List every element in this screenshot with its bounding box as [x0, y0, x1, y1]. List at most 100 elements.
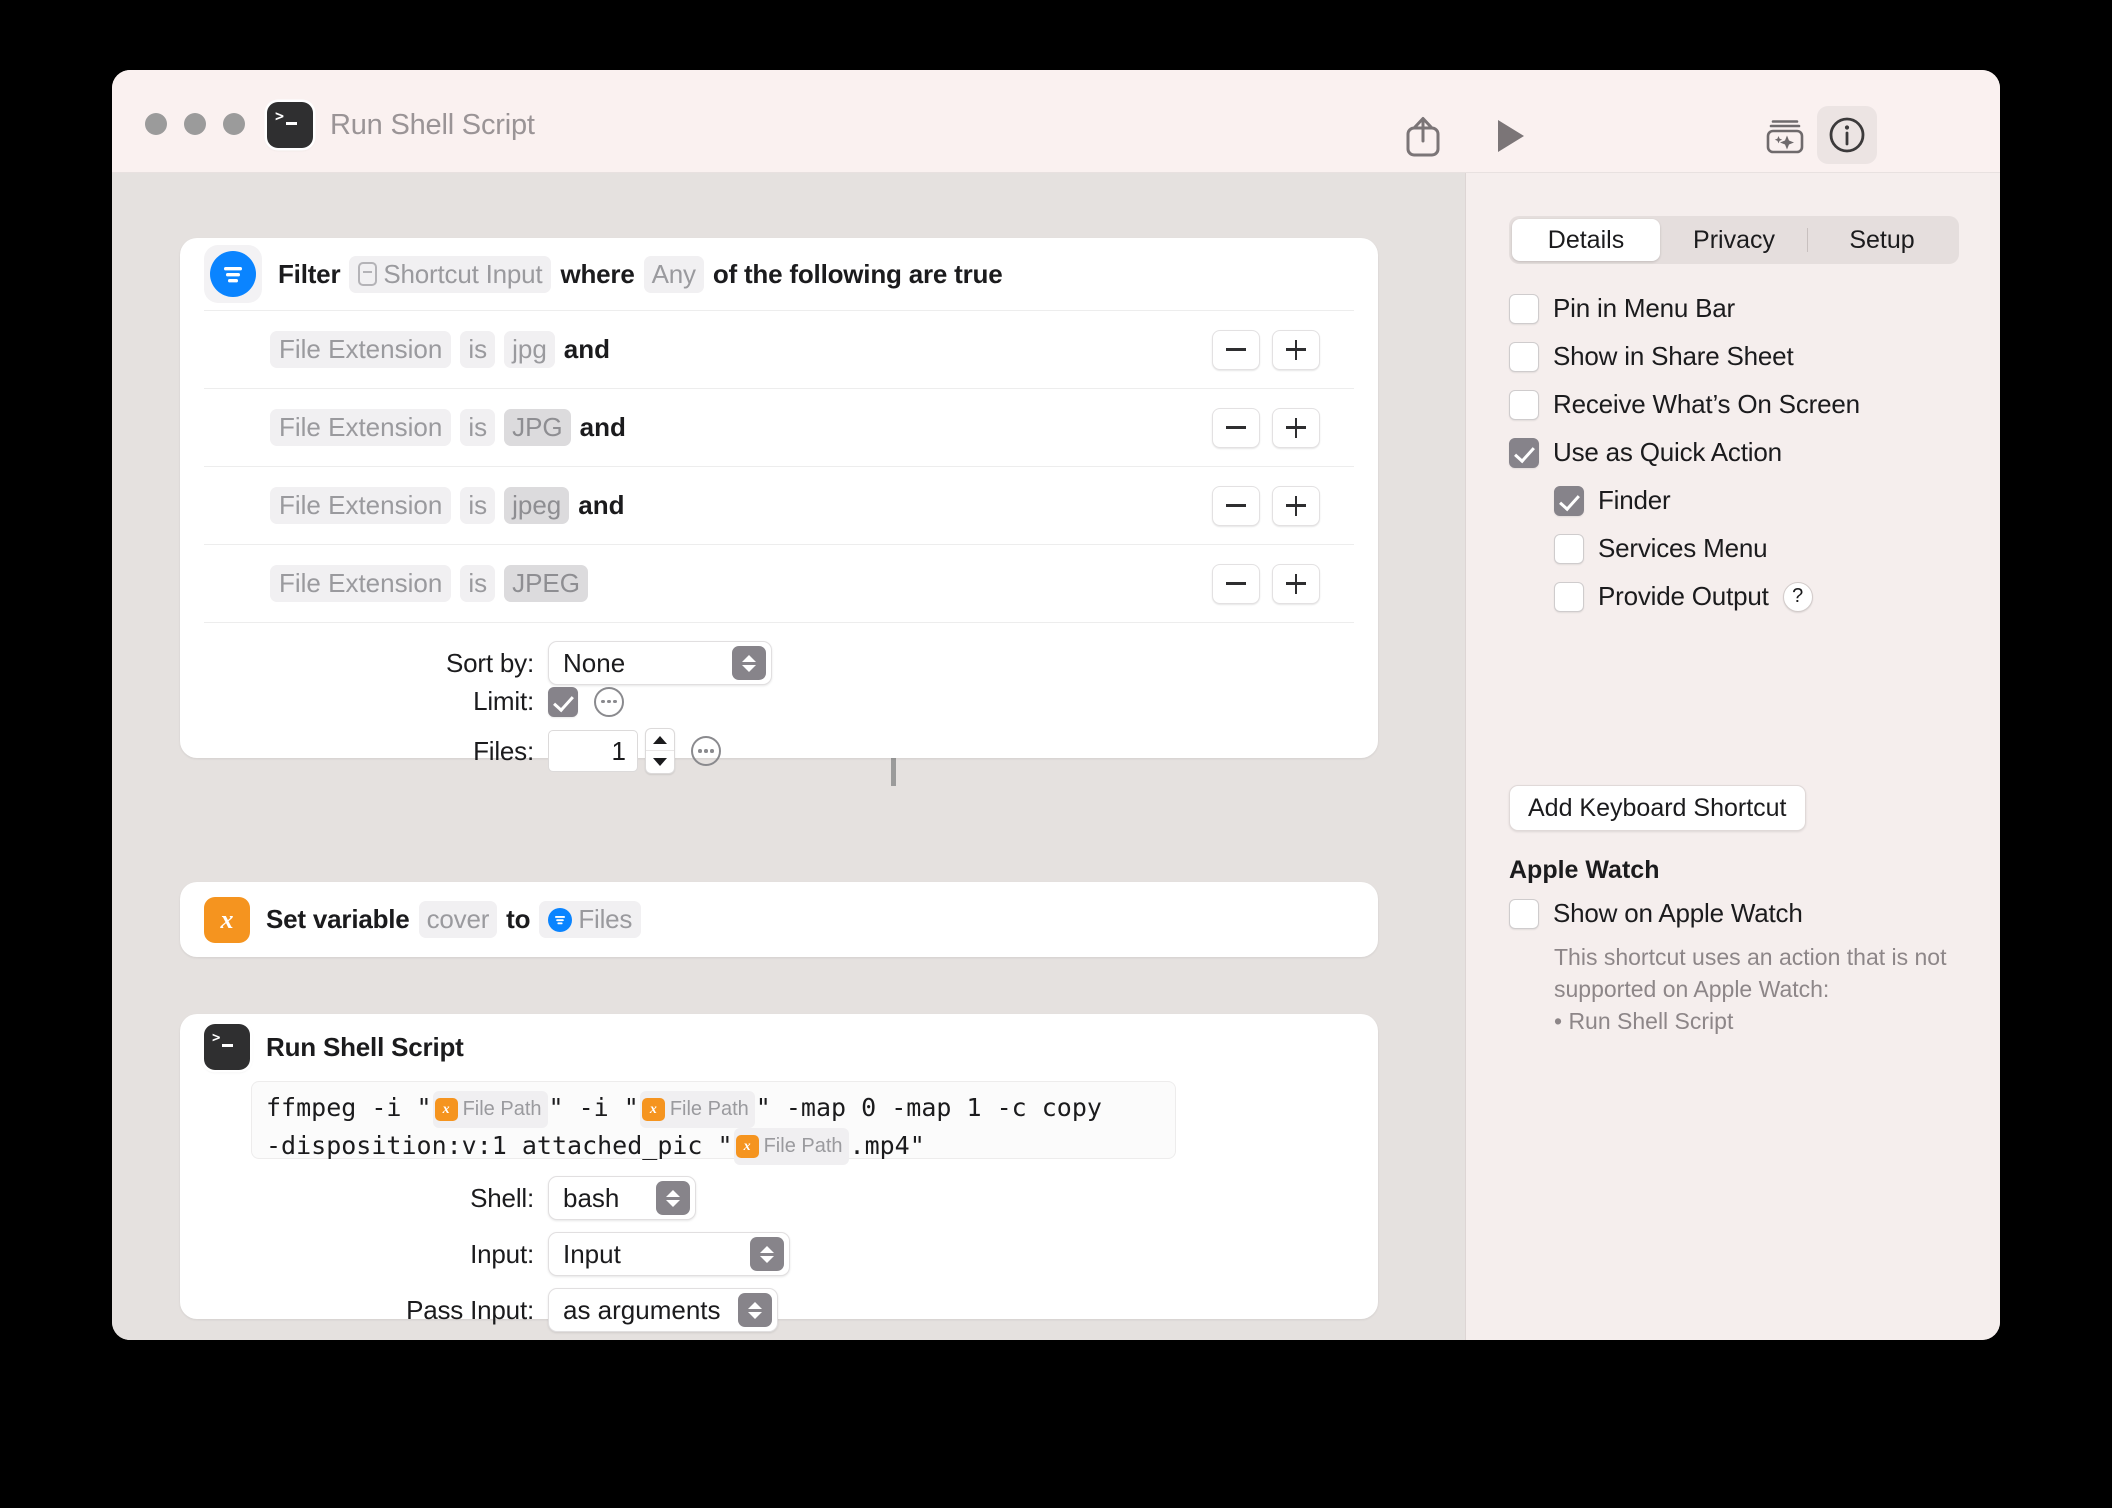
input-value: Input [563, 1238, 621, 1269]
action-card-run-shell-script[interactable]: > Run Shell Script ffmpeg -i " x File Path… [180, 1014, 1378, 1332]
condition-field-token[interactable]: File Extension [270, 565, 452, 602]
file-path-variable-token[interactable]: x File Path [639, 1090, 755, 1128]
variable-icon: x [434, 1097, 458, 1121]
condition-value-token[interactable]: JPG [504, 409, 571, 446]
filter-verb: Filter [278, 258, 341, 289]
condition-operator-token[interactable]: is [460, 409, 496, 446]
set-variable-name-token[interactable]: cover [418, 901, 498, 938]
run-shell-script-title: Run Shell Script [266, 1031, 464, 1062]
add-keyboard-shortcut-button[interactable]: Add Keyboard Shortcut [1509, 785, 1806, 831]
use-as-quick-action-checkbox[interactable] [1509, 437, 1539, 468]
shell-script-editor[interactable]: ffmpeg -i " x File Path " -i " x File Path " -… [251, 1081, 1176, 1165]
remove-condition-button[interactable] [1212, 407, 1260, 448]
condition-field-token[interactable]: File Extension [270, 487, 452, 524]
add-condition-button[interactable] [1272, 329, 1320, 370]
action-card-set-variable[interactable]: x Set variable cover to Files [180, 882, 1378, 957]
tab-setup-label: Setup [1849, 225, 1915, 254]
add-condition-button[interactable] [1272, 407, 1320, 448]
file-path-variable-token[interactable]: x File Path [432, 1090, 548, 1128]
option-show-in-share-sheet[interactable]: Show in Share Sheet [1509, 341, 1794, 372]
condition-operator-token[interactable]: is [460, 487, 496, 524]
files-stepper-up[interactable] [646, 729, 674, 751]
pin-in-menu-bar-label: Pin in Menu Bar [1553, 293, 1735, 323]
input-dropdown[interactable]: Input [548, 1232, 790, 1276]
condition-value-token[interactable]: JPEG [504, 565, 589, 602]
show-in-share-sheet-label: Show in Share Sheet [1553, 341, 1794, 371]
show-on-apple-watch-checkbox[interactable] [1509, 898, 1539, 929]
help-icon[interactable]: ? [1782, 581, 1813, 612]
pin-in-menu-bar-checkbox[interactable] [1509, 293, 1539, 324]
inspector-tabs: Details Privacy Setup [1509, 216, 1959, 264]
sort-by-row: Sort by: None [204, 641, 904, 685]
input-row: Input: Input [204, 1232, 964, 1276]
condition-conjunction: and [578, 490, 625, 520]
info-icon[interactable] [1817, 106, 1877, 164]
condition-operator-token[interactable]: is [460, 331, 496, 368]
option-receive-whats-on-screen[interactable]: Receive What’s On Screen [1509, 389, 1860, 420]
minimize-window-button[interactable] [184, 113, 206, 135]
add-condition-button[interactable] [1272, 485, 1320, 526]
script-text-mid: " -i " [548, 1093, 639, 1122]
run-shell-script-header[interactable]: > Run Shell Script [180, 1014, 464, 1080]
file-path-variable-token[interactable]: x File Path [733, 1128, 849, 1165]
shell-dropdown[interactable]: bash [548, 1176, 696, 1220]
filter-icon-wrapper [204, 245, 262, 303]
option-show-on-apple-watch[interactable]: Show on Apple Watch [1509, 898, 1803, 929]
remove-condition-button[interactable] [1212, 563, 1260, 604]
add-action-icon[interactable] [1762, 113, 1808, 159]
shortcuts-editor-window: > Run Shell Script Filter Shortcut Input… [112, 70, 2000, 1340]
files-stepper[interactable] [645, 728, 675, 774]
show-in-share-sheet-checkbox[interactable] [1509, 341, 1539, 372]
receive-whats-on-screen-label: Receive What’s On Screen [1553, 389, 1860, 419]
window-title: Run Shell Script [330, 109, 535, 141]
suboption-finder[interactable]: Finder [1554, 485, 1671, 516]
filter-condition-row[interactable]: File Extension is jpg and [204, 310, 1354, 388]
tab-setup[interactable]: Setup [1808, 219, 1956, 261]
script-text-pre: ffmpeg -i " [266, 1093, 432, 1122]
set-variable-value-token[interactable]: Files [539, 901, 642, 938]
pass-input-dropdown[interactable]: as arguments [548, 1288, 778, 1332]
receive-whats-on-screen-checkbox[interactable] [1509, 389, 1539, 420]
remove-condition-button[interactable] [1212, 485, 1260, 526]
suboption-services-menu[interactable]: Services Menu [1554, 533, 1768, 564]
option-use-as-quick-action[interactable]: Use as Quick Action [1509, 437, 1782, 468]
condition-operator-token[interactable]: is [460, 565, 496, 602]
share-icon[interactable] [1400, 112, 1446, 160]
files-number-input[interactable]: 1 [548, 730, 638, 772]
add-condition-button[interactable] [1272, 563, 1320, 604]
option-pin-in-menu-bar[interactable]: Pin in Menu Bar [1509, 293, 1735, 324]
filter-input-token[interactable]: Shortcut Input [349, 255, 552, 293]
script-text-post-2: .mp4" [849, 1130, 925, 1160]
play-icon[interactable] [1487, 114, 1531, 158]
finder-checkbox[interactable] [1554, 485, 1584, 516]
shell-row: Shell: bash [204, 1176, 904, 1220]
filter-action-header[interactable]: Filter Shortcut Input where Any of the f… [180, 238, 1003, 310]
filter-condition-row[interactable]: File Extension is JPEG [204, 544, 1354, 622]
variable-icon: x [641, 1097, 665, 1121]
limit-options-ellipsis-icon[interactable] [594, 686, 624, 717]
files-stepper-down[interactable] [646, 751, 674, 773]
tab-details[interactable]: Details [1512, 219, 1660, 261]
provide-output-checkbox[interactable] [1554, 581, 1584, 612]
remove-condition-button[interactable] [1212, 329, 1260, 370]
tab-privacy[interactable]: Privacy [1660, 219, 1808, 261]
filter-match-token[interactable]: Any [643, 255, 704, 293]
sort-by-dropdown[interactable]: None [548, 641, 772, 685]
filter-condition-row[interactable]: File Extension is jpeg and [204, 466, 1354, 544]
condition-field-token[interactable]: File Extension [270, 409, 452, 446]
file-path-token-label: File Path [462, 1097, 542, 1120]
condition-value-token[interactable]: jpeg [504, 487, 570, 524]
filter-condition-row[interactable]: File Extension is JPG and [204, 388, 1354, 466]
limit-checkbox[interactable] [548, 686, 578, 717]
action-card-filter-files[interactable]: Filter Shortcut Input where Any of the f… [180, 238, 1378, 774]
set-variable-header[interactable]: x Set variable cover to Files [180, 882, 642, 957]
condition-field-token[interactable]: File Extension [270, 331, 452, 368]
inspector-panel: Details Privacy Setup Pin in Menu Bar Sh… [1465, 173, 2000, 1340]
files-options-ellipsis-icon[interactable] [691, 736, 721, 766]
suboption-provide-output[interactable]: Provide Output ? [1554, 581, 1813, 612]
condition-buttons [1212, 563, 1320, 604]
condition-value-token[interactable]: jpg [504, 331, 555, 368]
close-window-button[interactable] [145, 113, 167, 135]
services-menu-checkbox[interactable] [1554, 533, 1584, 564]
maximize-window-button[interactable] [223, 113, 245, 135]
